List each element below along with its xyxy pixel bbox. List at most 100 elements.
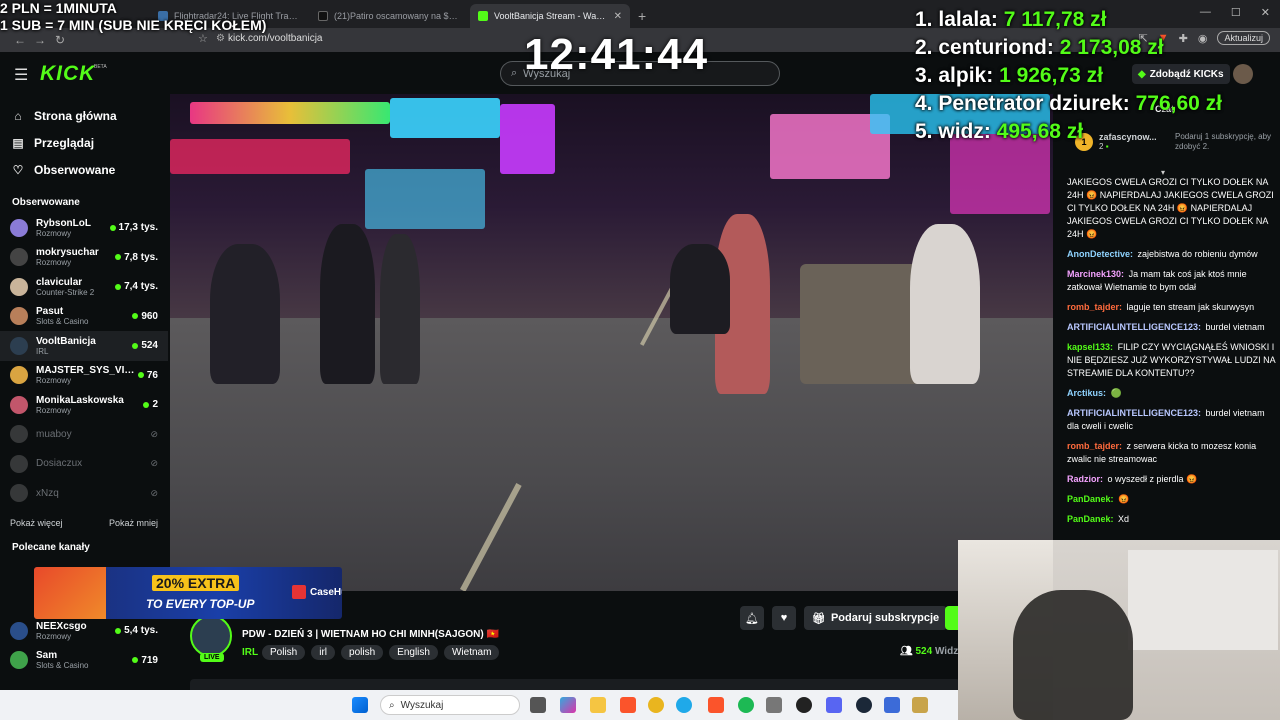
- chat-username[interactable]: kapsel133:: [1067, 342, 1113, 352]
- viewer-count-value: 2: [152, 399, 158, 411]
- chat-username[interactable]: romb_tajder:: [1067, 302, 1122, 312]
- about-panel-edge: [190, 679, 960, 690]
- chat-username[interactable]: PanDanek:: [1067, 494, 1114, 504]
- menu-icon[interactable]: ☰: [14, 65, 28, 85]
- back-icon[interactable]: ←: [10, 33, 30, 47]
- edge-icon[interactable]: [676, 697, 692, 713]
- leaderboard-row: 2. centuriond: 2 173,08 zł: [915, 34, 1222, 62]
- live-badge: LIVE: [200, 653, 224, 662]
- update-button[interactable]: Aktualizuj: [1217, 31, 1270, 45]
- forward-icon[interactable]: →: [30, 33, 50, 47]
- sidebar-channel[interactable]: MAJSTER_SYS_VIP_C Rozmowy 76: [0, 361, 168, 391]
- sidebar-channel[interactable]: clavicular Counter-Strike 2 7,4 tys.: [0, 272, 168, 302]
- sidebar-channel[interactable]: VooltBanicja IRL 524: [0, 331, 168, 361]
- live-dot-icon: [132, 342, 139, 349]
- show-less-link[interactable]: Pokaż mniej: [109, 518, 158, 528]
- sidebar-channel[interactable]: NEEXcsgo Rozmowy 5,4 tys.: [0, 616, 168, 646]
- channel-category: Slots & Casino: [36, 661, 89, 671]
- chat-username[interactable]: Marcinek130:: [1067, 269, 1124, 279]
- sidebar-channel[interactable]: mokrysuchar Rozmowy 7,8 tys.: [0, 243, 168, 273]
- sidebar-channel[interactable]: xNzq ⊘: [0, 479, 168, 509]
- offline-icon: ⊘: [150, 458, 158, 469]
- casehug-ad-banner[interactable]: 20% EXTRA TO EVERY TOP-UP CaseHug: [34, 567, 342, 619]
- new-tab-button[interactable]: +: [630, 8, 654, 28]
- league-icon[interactable]: [912, 697, 928, 713]
- sidebar-item-browse[interactable]: ▤ Przeglądaj: [0, 129, 168, 156]
- avatar: [10, 484, 28, 503]
- stream-tag[interactable]: irl: [311, 645, 336, 660]
- browser-tab[interactable]: (21)Patiro oscamowany na $1200 #p: [310, 4, 470, 28]
- viewer-count: 524: [132, 340, 158, 351]
- close-window-icon[interactable]: ✕: [1261, 6, 1270, 19]
- kick-logo[interactable]: KICK: [40, 62, 95, 86]
- copilot-icon[interactable]: [560, 697, 576, 713]
- treasure-chest-image: [34, 567, 106, 619]
- show-more-link[interactable]: Pokaż więcej: [10, 518, 63, 528]
- notes-icon[interactable]: [766, 697, 782, 713]
- app-icon[interactable]: [884, 697, 900, 713]
- chat-username[interactable]: PanDanek:: [1067, 514, 1114, 524]
- sidebar-item-home[interactable]: ⌂ Strona główna: [0, 102, 168, 129]
- sidebar-channel[interactable]: Sam Slots & Casino 719: [0, 646, 168, 676]
- sidebar-channel[interactable]: MonikaLaskowska Rozmowy 2: [0, 390, 168, 420]
- chat-username[interactable]: Arctikus:: [1067, 388, 1106, 398]
- discord-icon[interactable]: [826, 697, 842, 713]
- viewers-icon: 👥︎: [900, 646, 913, 657]
- task-view-icon[interactable]: [530, 697, 546, 713]
- taskbar-search[interactable]: ⌕ Wyszukaj: [380, 695, 520, 715]
- category-link[interactable]: IRL: [242, 647, 258, 658]
- url-field[interactable]: kick.com/vooltbanicja: [228, 33, 322, 44]
- channel-info: MonikaLaskowska Rozmowy: [36, 395, 143, 415]
- chrome-icon[interactable]: [648, 697, 664, 713]
- video-player[interactable]: [170, 94, 1053, 591]
- chat-message: ARTIFICIALINTELLIGENCE123: burdel vietna…: [1067, 407, 1277, 433]
- chat-username[interactable]: ARTIFICIALINTELLIGENCE123:: [1067, 408, 1201, 418]
- viewer-count-value: 524: [141, 340, 158, 352]
- follow-heart-button[interactable]: ♥: [772, 606, 796, 630]
- viewer-count-value: 76: [146, 369, 158, 381]
- sidebar-channel[interactable]: RybsonLoL Rozmowy 17,3 tys.: [0, 213, 168, 243]
- chat-username[interactable]: romb_tajder:: [1067, 441, 1122, 451]
- user-avatar[interactable]: [1233, 64, 1253, 84]
- chat-username[interactable]: AnonDetective:: [1067, 249, 1133, 259]
- channel-category: Rozmowy: [36, 405, 72, 415]
- browser-tab-active[interactable]: VooltBanicja Stream - Watch ✕: [470, 4, 630, 28]
- windows-start-icon[interactable]: [352, 697, 368, 713]
- offline-icon: ⊘: [150, 428, 158, 439]
- maximize-icon[interactable]: ☐: [1231, 6, 1241, 19]
- live-dot-icon: [132, 657, 139, 664]
- steam-icon[interactable]: [856, 697, 872, 713]
- chat-username[interactable]: Radzior:: [1067, 474, 1103, 484]
- close-tab-icon[interactable]: ✕: [614, 11, 622, 22]
- obs-icon[interactable]: [796, 697, 812, 713]
- offline-channels-list: muaboy ⊘ Dosiaczux ⊘ xNzq ⊘: [0, 420, 168, 509]
- recommended-section-title: Polecane kanały: [12, 542, 90, 553]
- leaderboard-amount: 776,60 zł: [1135, 92, 1222, 115]
- neon-sign: [500, 104, 555, 174]
- sidebar-channel[interactable]: muaboy ⊘: [0, 420, 168, 450]
- reload-icon[interactable]: ↻: [50, 33, 70, 47]
- site-info-icon[interactable]: ⚙: [216, 33, 225, 44]
- leaderboard-row: 4. Penetrator dziurek: 776,60 zł: [915, 90, 1222, 118]
- stream-tag[interactable]: polish: [341, 645, 384, 660]
- chat-text: zajebistwa do robieniu dymów: [1137, 249, 1258, 259]
- viewer-count-value: 7,8 tys.: [124, 251, 158, 263]
- streamer-avatar[interactable]: [190, 615, 232, 657]
- sidebar-channel[interactable]: Pasut Slots & Casino 960: [0, 302, 168, 332]
- brave-active-icon[interactable]: [708, 697, 724, 713]
- file-explorer-icon[interactable]: [590, 697, 606, 713]
- stream-tag[interactable]: Polish: [262, 645, 306, 660]
- stream-tag[interactable]: English: [389, 645, 438, 660]
- stream-tag[interactable]: Wietnam: [443, 645, 500, 660]
- gift-subscriptions-button[interactable]: 🎁︎ Podaruj subskrypcje: [804, 606, 948, 630]
- ad-brand-name: CaseHug: [310, 586, 342, 598]
- offline-icon: ⊘: [150, 487, 158, 498]
- neon-sign: [190, 102, 390, 124]
- chat-username[interactable]: ARTIFICIALINTELLIGENCE123:: [1067, 322, 1201, 332]
- spotify-icon[interactable]: [738, 697, 754, 713]
- sidebar-item-following[interactable]: ♡ Obserwowane: [0, 156, 168, 183]
- sidebar-channel[interactable]: Dosiaczux ⊘: [0, 449, 168, 479]
- notification-bell-button[interactable]: 🔔︎: [740, 606, 764, 630]
- viewer-count: 17,3 tys.: [109, 222, 158, 233]
- brave-icon[interactable]: [620, 697, 636, 713]
